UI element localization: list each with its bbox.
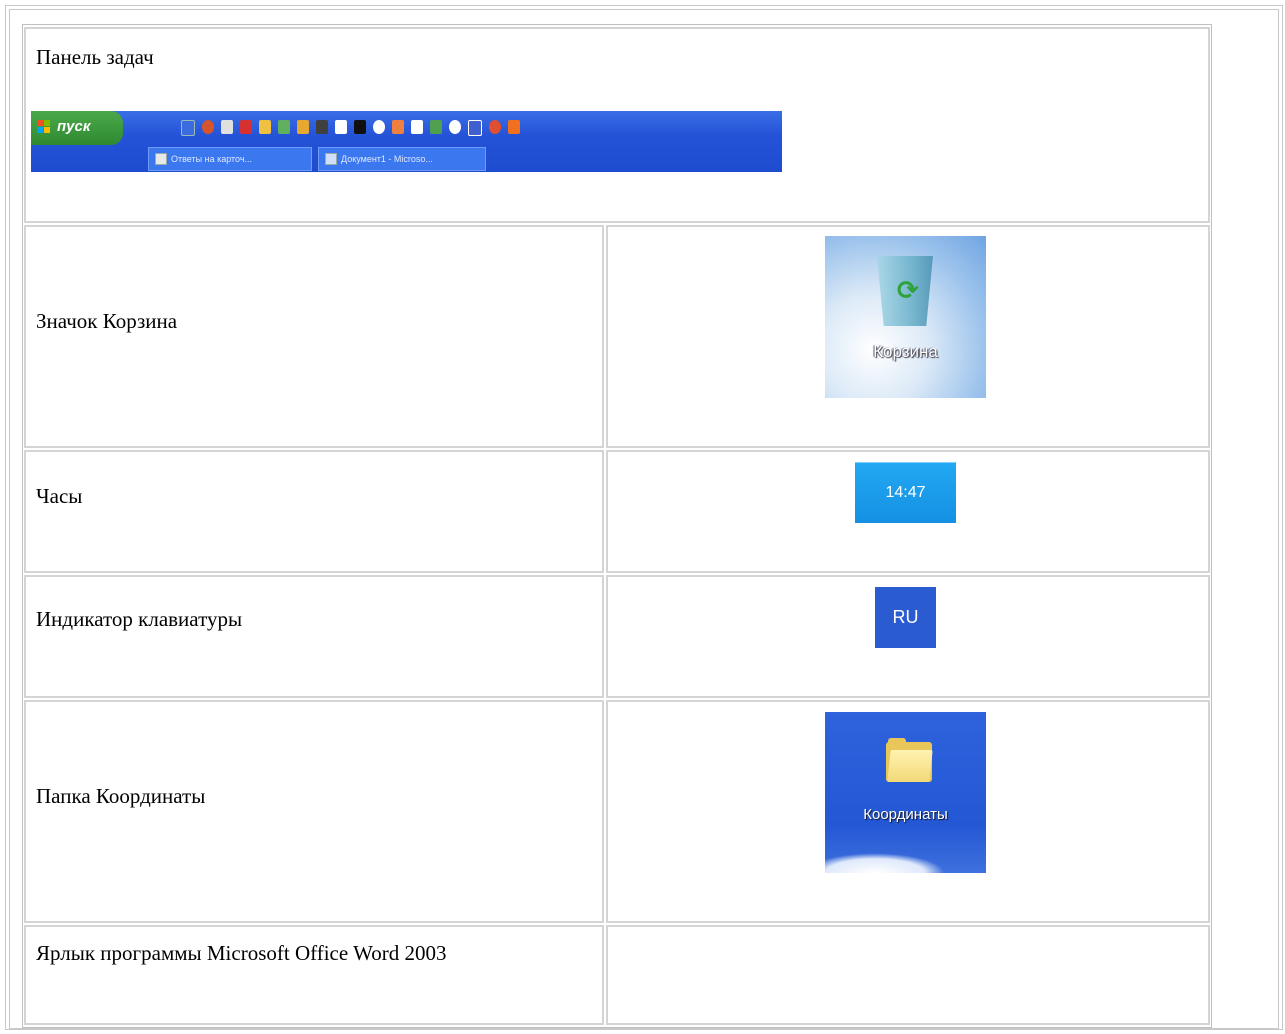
document-icon: [155, 153, 167, 165]
recycle-bin-caption: Корзина: [873, 342, 938, 361]
row-label: Панель задач: [36, 45, 154, 69]
taskbar-image: пуск Ответы на карточ... Документ1 - Mic…: [31, 111, 782, 172]
row-label-cell: Индикатор клавиатуры: [24, 575, 604, 698]
recycle-bin-image: ⟳ Корзина: [825, 236, 986, 398]
taskbar-window-button: Ответы на карточ...: [148, 147, 312, 171]
folder-icon: [886, 738, 933, 782]
windows-flag-icon: [37, 120, 51, 134]
row-label: Папка Координаты: [36, 784, 206, 808]
row-label: Часы: [36, 484, 83, 508]
taskbar-button-label: Документ1 - Microso...: [341, 154, 433, 164]
row-label-cell: Ярлык программы Microsoft Office Word 20…: [24, 925, 604, 1025]
row-image-cell: [606, 925, 1210, 1025]
row-label: Индикатор клавиатуры: [36, 607, 243, 631]
row-label-cell: Часы: [24, 450, 604, 573]
recycle-arrows-icon: ⟳: [897, 276, 919, 306]
word-document-icon: [325, 153, 337, 165]
start-button: пуск: [31, 111, 123, 145]
keyboard-indicator-image: RU: [875, 587, 936, 648]
taskbar-window-button: Документ1 - Microso...: [318, 147, 486, 171]
row-label-cell: Значок Корзина: [24, 225, 604, 448]
folder-image: Координаты: [825, 712, 986, 873]
start-label: пуск: [57, 118, 91, 135]
row-label-cell: Папка Координаты: [24, 700, 604, 923]
clock-image: 14:47: [855, 462, 956, 523]
cloud-decoration: [825, 853, 945, 873]
row-label: Ярлык программы Microsoft Office Word 20…: [36, 941, 447, 965]
row-label: Значок Корзина: [36, 309, 178, 333]
quick-launch-icons: [181, 120, 520, 136]
folder-caption: Координаты: [863, 806, 948, 823]
taskbar-button-label: Ответы на карточ...: [171, 154, 253, 164]
